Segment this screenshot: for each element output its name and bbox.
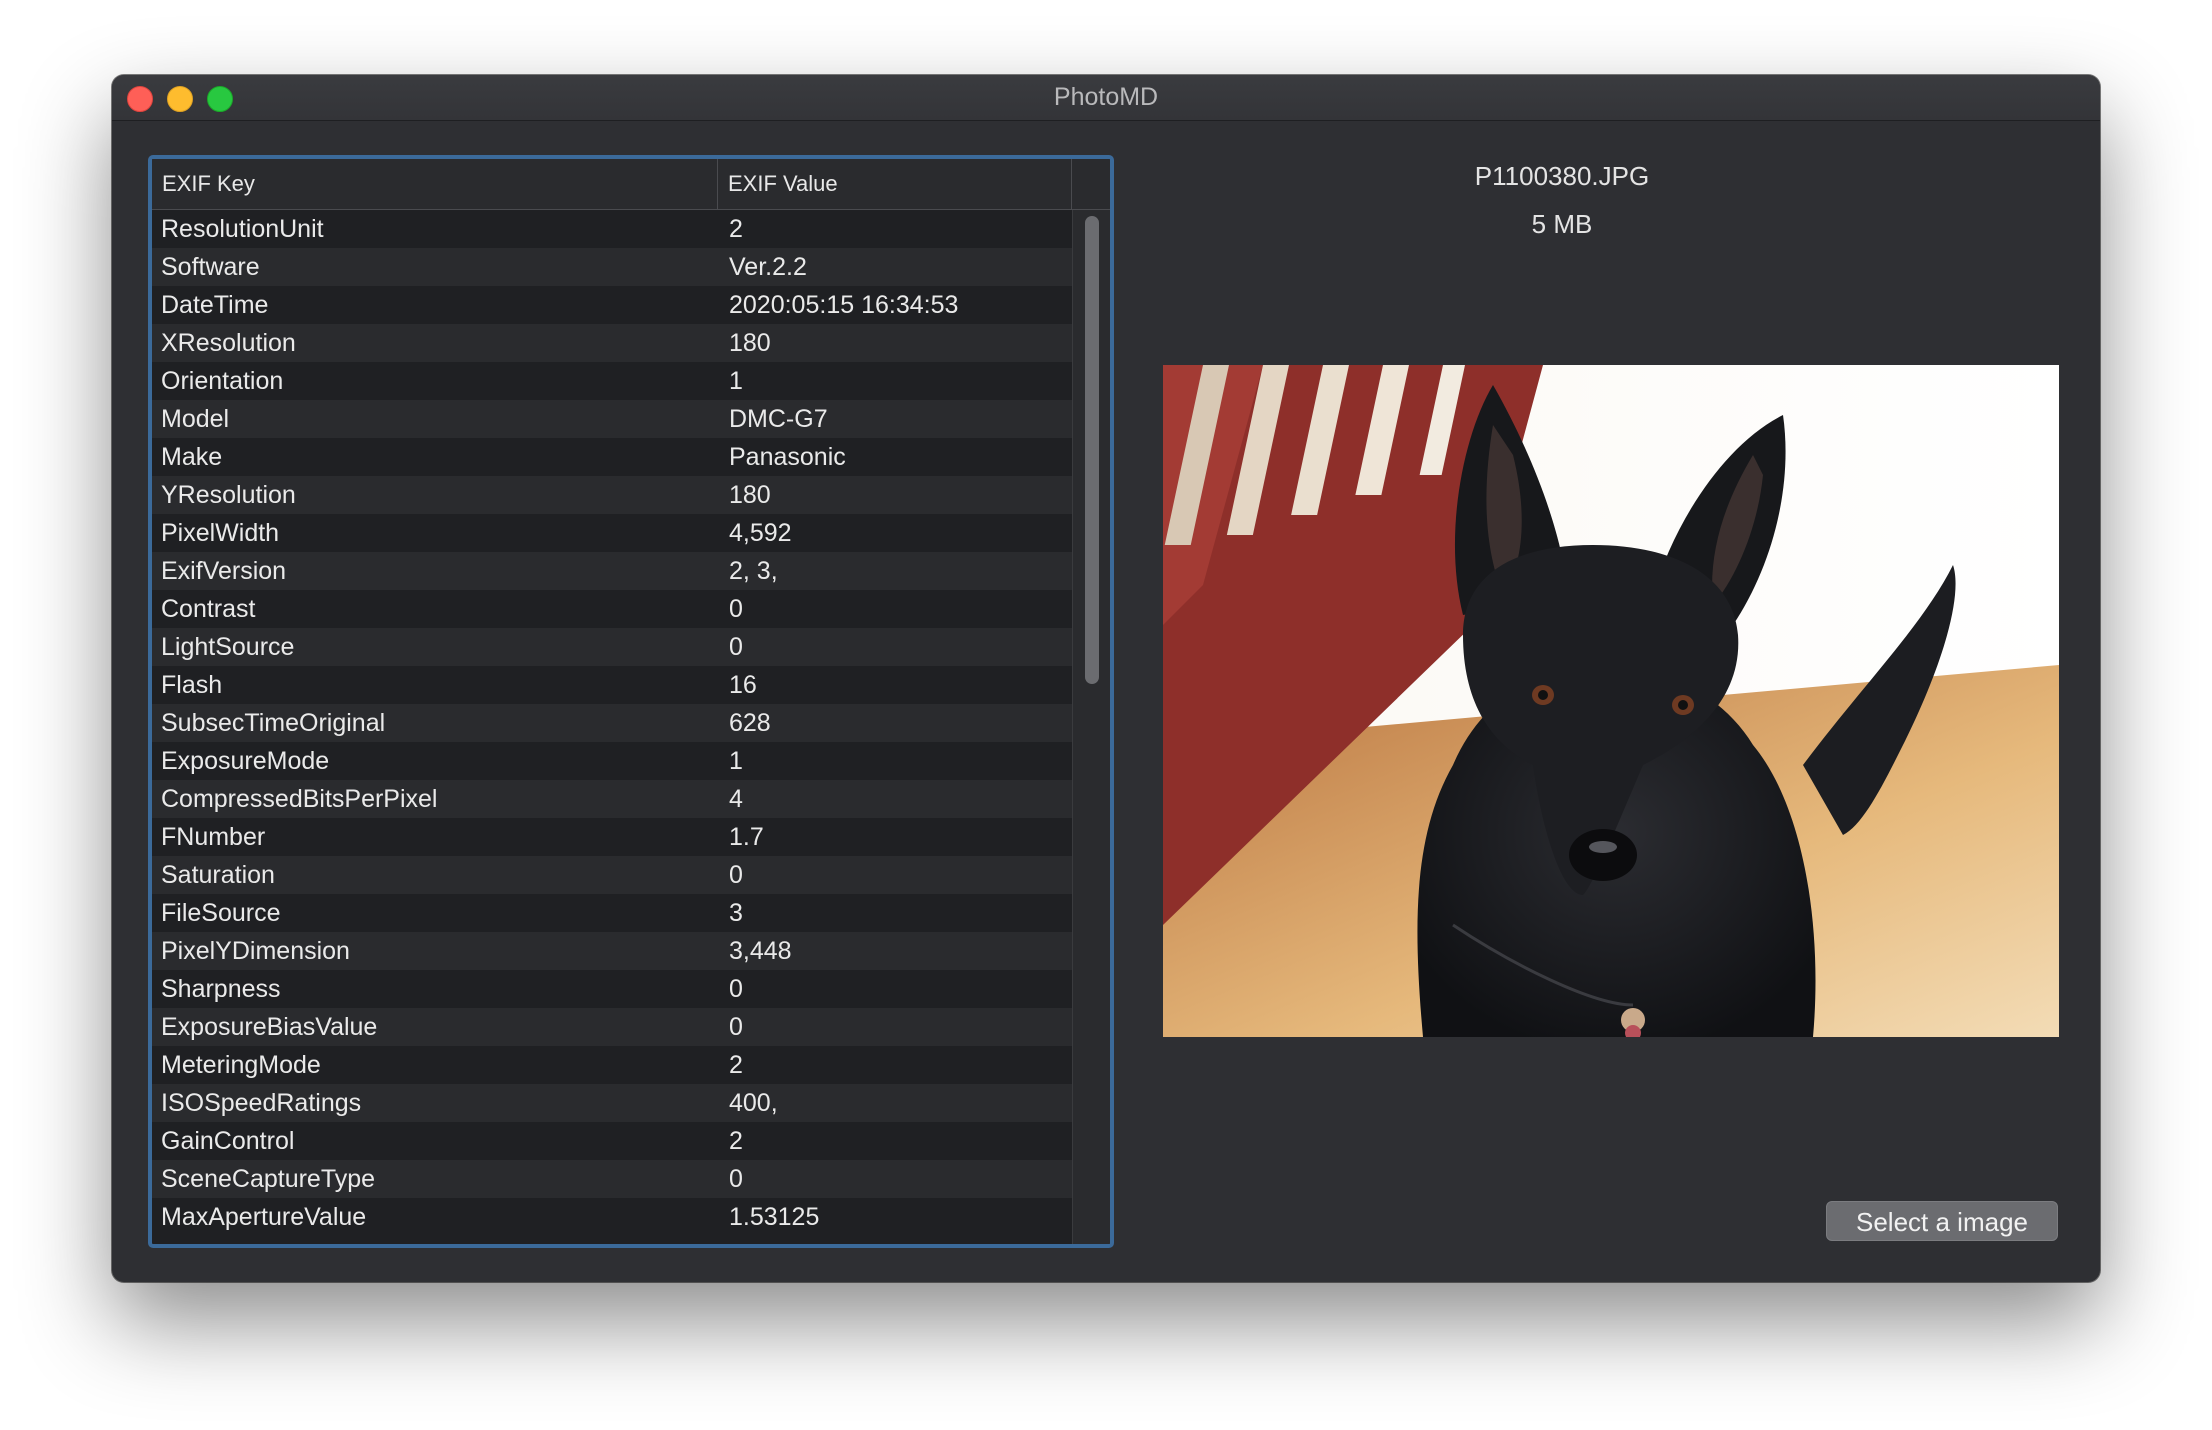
- column-header-exif-key[interactable]: EXIF Key: [152, 159, 718, 209]
- table-header: EXIF Key EXIF Value: [152, 159, 1110, 210]
- exif-value-cell: 0: [729, 1165, 743, 1193]
- table-row[interactable]: Flash 16: [152, 666, 1072, 704]
- exif-key-cell: GainControl: [161, 1127, 295, 1155]
- table-row[interactable]: ExposureBiasValue 0: [152, 1008, 1072, 1046]
- app-window: PhotoMD EXIF Key EXIF Value ResolutionUn…: [112, 75, 2100, 1282]
- table-row[interactable]: MeteringMode 2: [152, 1046, 1072, 1084]
- exif-value-cell: 0: [729, 975, 743, 1003]
- exif-value-cell: 2020:05:15 16:34:53: [729, 291, 959, 319]
- exif-key-cell: ExposureBiasValue: [161, 1013, 378, 1041]
- exif-value-cell: 628: [729, 709, 771, 737]
- exif-key-cell: Software: [161, 253, 260, 281]
- table-row[interactable]: ISOSpeedRatings 400,: [152, 1084, 1072, 1122]
- table-row[interactable]: SubsecTimeOriginal 628: [152, 704, 1072, 742]
- exif-key-cell: ExposureMode: [161, 747, 330, 775]
- file-size: 5 MB: [1531, 209, 1593, 239]
- table-row[interactable]: SceneCaptureType 0: [152, 1160, 1072, 1198]
- exif-value-cell: 3,448: [729, 937, 792, 965]
- exif-key-cell: SubsecTimeOriginal: [161, 709, 386, 737]
- table-row[interactable]: Contrast 0: [152, 590, 1072, 628]
- table-row[interactable]: CompressedBitsPerPixel 4: [152, 780, 1072, 818]
- table-body: ResolutionUnit 2 Software Ver.2.2 DateTime 20…: [152, 210, 1072, 1244]
- table-row[interactable]: ExposureMode 1: [152, 742, 1072, 780]
- exif-value-cell: DMC-G7: [729, 405, 828, 433]
- table-row[interactable]: PixelYDimension 3,448: [152, 932, 1072, 970]
- table-row[interactable]: XResolution 180: [152, 324, 1072, 362]
- window-title: PhotoMD: [1053, 83, 1159, 111]
- exif-value-cell: Ver.2.2: [729, 253, 807, 281]
- exif-value-cell: 2: [729, 1051, 743, 1079]
- exif-key-cell: ExifVersion: [161, 557, 287, 585]
- table-row[interactable]: GainControl 2: [152, 1122, 1072, 1160]
- exif-value-cell: 1.7: [729, 823, 764, 851]
- exif-key-cell: XResolution: [161, 329, 296, 357]
- vertical-scrollbar[interactable]: [1072, 210, 1110, 1244]
- table-row[interactable]: FileSource 3: [152, 894, 1072, 932]
- table-row[interactable]: Sharpness 0: [152, 970, 1072, 1008]
- exif-key-cell: Saturation: [161, 861, 275, 889]
- file-name: P1100380.JPG: [1474, 161, 1650, 191]
- exif-value-cell: 180: [729, 329, 771, 357]
- column-header-exif-value[interactable]: EXIF Value: [718, 159, 1072, 209]
- exif-value-cell: 2, 3,: [729, 557, 778, 585]
- exif-value-cell: 400,: [729, 1089, 778, 1117]
- exif-value-cell: 4: [729, 785, 743, 813]
- exif-key-cell: YResolution: [161, 481, 296, 509]
- table-row[interactable]: MaxApertureValue 1.53125: [152, 1198, 1072, 1236]
- exif-key-cell: SceneCaptureType: [161, 1165, 376, 1193]
- exif-key-cell: MeteringMode: [161, 1051, 321, 1079]
- table-row[interactable]: ExifVersion 2, 3,: [152, 552, 1072, 590]
- exif-key-cell: DateTime: [161, 291, 269, 319]
- table-row[interactable]: Orientation 1: [152, 362, 1072, 400]
- exif-value-cell: 16: [729, 671, 757, 699]
- exif-value-cell: 1.53125: [729, 1203, 820, 1231]
- exif-value-cell: 1: [729, 367, 743, 395]
- exif-value-cell: 3: [729, 899, 743, 927]
- exif-key-cell: ISOSpeedRatings: [161, 1089, 362, 1117]
- exif-key-cell: LightSource: [161, 633, 295, 661]
- exif-value-cell: 2: [729, 1127, 743, 1155]
- exif-value-cell: 4,592: [729, 519, 792, 547]
- scrollbar-thumb[interactable]: [1085, 216, 1099, 684]
- table-row[interactable]: Make Panasonic: [152, 438, 1072, 476]
- table-row[interactable]: ResolutionUnit 2: [152, 210, 1072, 248]
- exif-key-cell: FNumber: [161, 823, 266, 851]
- exif-key-cell: Sharpness: [161, 975, 281, 1003]
- exif-key-cell: CompressedBitsPerPixel: [161, 785, 438, 813]
- exif-value-cell: 0: [729, 1013, 743, 1041]
- exif-key-cell: PixelWidth: [161, 519, 280, 547]
- exif-key-cell: PixelYDimension: [161, 937, 350, 965]
- table-row[interactable]: DateTime 2020:05:15 16:34:53: [152, 286, 1072, 324]
- exif-value-cell: Panasonic: [729, 443, 846, 471]
- table-row[interactable]: Software Ver.2.2: [152, 248, 1072, 286]
- select-image-button[interactable]: Select a image: [1826, 1201, 2058, 1241]
- exif-key-cell: Make: [161, 443, 223, 471]
- dog-photo-image: [1163, 365, 2059, 1037]
- table-row[interactable]: FNumber 1.7: [152, 818, 1072, 856]
- exif-key-cell: Orientation: [161, 367, 284, 395]
- exif-value-cell: 0: [729, 861, 743, 889]
- exif-key-cell: Contrast: [161, 595, 256, 623]
- exif-key-cell: FileSource: [161, 899, 281, 927]
- table-row[interactable]: PixelWidth 4,592: [152, 514, 1072, 552]
- photo-preview: [1163, 365, 2059, 1037]
- table-row[interactable]: Model DMC-G7: [152, 400, 1072, 438]
- exif-value-cell: 0: [729, 595, 743, 623]
- exif-value-cell: 2: [729, 215, 743, 243]
- table-row[interactable]: Saturation 0: [152, 856, 1072, 894]
- exif-key-cell: ResolutionUnit: [161, 215, 324, 243]
- exif-value-cell: 0: [729, 633, 743, 661]
- exif-key-cell: MaxApertureValue: [161, 1203, 367, 1231]
- exif-value-cell: 180: [729, 481, 771, 509]
- exif-key-cell: Flash: [161, 671, 223, 699]
- exif-value-cell: 1: [729, 747, 743, 775]
- table-row[interactable]: YResolution 180: [152, 476, 1072, 514]
- exif-key-cell: Model: [161, 405, 230, 433]
- table-row[interactable]: LightSource 0: [152, 628, 1072, 666]
- title-bar[interactable]: PhotoMD: [112, 75, 2100, 121]
- exif-table[interactable]: EXIF Key EXIF Value ResolutionUnit 2 Softw…: [148, 155, 1114, 1248]
